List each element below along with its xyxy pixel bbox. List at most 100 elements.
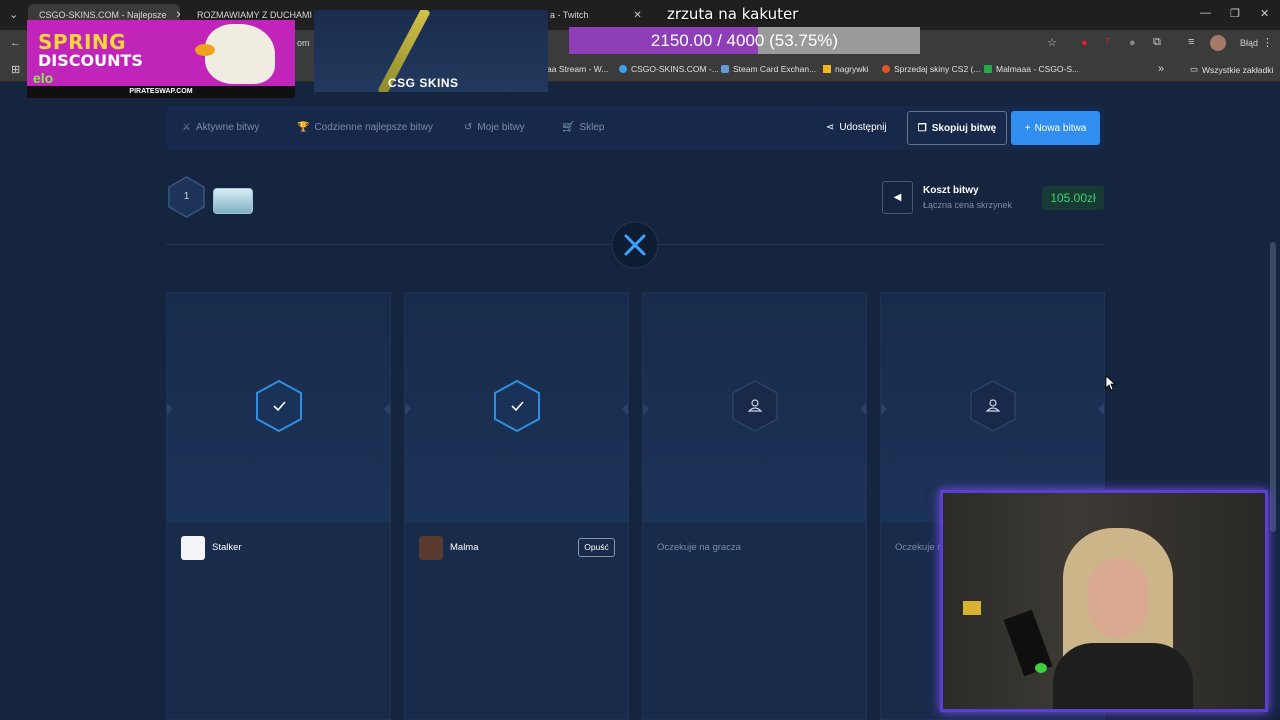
nav-label: Sklep [579, 122, 605, 133]
media-control-icon[interactable]: ≡ [1188, 36, 1194, 48]
player-row: Stalker [167, 524, 390, 572]
new-battle-button[interactable]: + Nowa bitwa [1011, 111, 1100, 145]
promo-footer: PIRATESWAP.COM [27, 86, 295, 98]
error-badge[interactable]: Błąd [1240, 38, 1258, 48]
waiting-user-icon[interactable] [969, 379, 1017, 433]
all-bookmarks-label: Wszystkie zakładki [1202, 64, 1274, 75]
ready-check-icon [494, 379, 540, 433]
webcam-overlay [940, 490, 1268, 712]
round-number: 1 [183, 191, 190, 202]
bookmark-steam-card[interactable]: Steam Card Exchan... [721, 64, 816, 74]
player-avatar[interactable] [419, 536, 443, 560]
tab-twitch[interactable]: a - Twitch ✕ [544, 4, 654, 26]
bookmark-csgo-skins[interactable]: CSGO-SKINS.COM -... [619, 64, 719, 74]
nav-label: Moje bitwy [477, 122, 525, 133]
close-window-icon[interactable]: ✕ [1260, 7, 1269, 20]
tab-label: ROZMAWIAMY Z DUCHAMI w [197, 10, 316, 20]
folder-icon: ▭ [1190, 64, 1199, 74]
bookmark-label: Malmaaa - CSGO-S... [996, 64, 1080, 74]
shelf-toy-image [963, 601, 981, 615]
player-avatar[interactable] [181, 536, 205, 560]
promo-banner: SPRING DISCOUNTS elo PIRATESWAP.COM [27, 20, 295, 98]
bookmark-malmaaa[interactable]: Malmaaa - CSGO-S... [984, 64, 1079, 74]
bookmark-label: aa Stream - W... [547, 64, 609, 74]
browser-menu-icon[interactable]: ⋮ [1262, 36, 1273, 49]
waiting-label: Oczekuje na gracza [657, 542, 741, 553]
promo-logo: elo [33, 70, 54, 86]
tab-search-chevron-icon[interactable]: ⌄ [9, 8, 18, 21]
share-icon: ⋖ [826, 122, 835, 133]
extension-t-icon[interactable]: ᵀ [1105, 37, 1110, 49]
bookmark-star-icon[interactable]: ☆ [1047, 36, 1057, 49]
steam-card-favicon-icon [721, 65, 729, 73]
sell-favicon-icon [882, 65, 890, 73]
copy-battle-button[interactable]: ❐ Skopiuj bitwę [907, 111, 1007, 145]
bookmark-label: Sprzedaj skiny CS2 (... [894, 64, 981, 74]
page-scrollbar[interactable] [1270, 242, 1276, 532]
battle-nav: ⚔ Aktywne bitwy 🏆 Codzienne najlepsze bi… [166, 106, 1104, 150]
tab-label: CSGO-SKINS.COM - Najlepsze [39, 10, 167, 20]
extension-red-icon[interactable]: ● [1081, 37, 1088, 49]
bookmark-stream[interactable]: aa Stream - W... [547, 64, 608, 74]
more-bookmarks-chevron-icon[interactable]: » [1158, 63, 1164, 75]
bookmark-sprzedaj[interactable]: Sprzedaj skiny CS2 (... [882, 64, 980, 74]
waiting-user-icon[interactable] [731, 379, 779, 433]
mic-light [1035, 663, 1047, 673]
new-battle-label: Nowa bitwa [1034, 122, 1087, 134]
player-slot-3: Oczekuje na gracza [642, 292, 867, 720]
reel-marker-left [643, 403, 649, 415]
leave-button[interactable]: Opuść [578, 538, 615, 557]
close-tab-icon[interactable]: ✕ [176, 10, 180, 21]
reel-marker-right [622, 403, 628, 415]
nav-my-battles[interactable]: ↺ Moje bitwy [464, 122, 525, 133]
back-icon[interactable]: ← [10, 37, 21, 49]
nav-active-battles[interactable]: ⚔ Aktywne bitwy [182, 122, 259, 133]
player-slot-1: Stalker [166, 292, 391, 720]
trophy-icon: 🏆 [297, 122, 310, 133]
streamer-face [1088, 558, 1148, 638]
collapse-cost-button[interactable]: ◀ [882, 181, 913, 214]
mouse-cursor-icon [1105, 375, 1117, 391]
ready-check-icon [256, 379, 302, 433]
nav-shop[interactable]: 🛒 Sklep [562, 122, 604, 133]
apps-grid-icon[interactable]: ⊞ [11, 63, 20, 76]
minimize-icon[interactable]: — [1200, 7, 1211, 19]
swords-icon: ⚔ [182, 122, 191, 133]
copy-icon: ❐ [917, 122, 927, 134]
donation-goal-bar: 2150.00 / 4000 (53.75%) [569, 27, 920, 54]
share-button[interactable]: ⋖ Udostępnij [826, 122, 887, 133]
cost-subtitle: Łączna cena skrzynek [923, 200, 1013, 210]
nav-daily-best[interactable]: 🏆 Codzienne najlepsze bitwy [297, 122, 433, 133]
profile-avatar[interactable] [1210, 35, 1226, 51]
player-slot-2: Malma Opuść [404, 292, 629, 720]
skin-showcase: CSG SKINS [314, 10, 548, 92]
player-row: Oczekuje na gracza [643, 524, 866, 572]
restore-icon[interactable]: ❐ [1230, 7, 1240, 20]
close-tab-icon[interactable]: ✕ [633, 10, 641, 21]
streamer-shirt [1053, 643, 1193, 709]
sheets-favicon-icon [984, 65, 992, 73]
case-image[interactable] [213, 188, 253, 214]
bookmark-label: CSGO-SKINS.COM -... [631, 64, 719, 74]
rooster-beak-image [195, 44, 215, 56]
csgo-favicon-icon [619, 65, 627, 73]
share-label: Udostępnij [839, 122, 887, 133]
basket-icon: 🛒 [562, 122, 575, 133]
reel-marker-left [405, 403, 411, 415]
extensions-puzzle-icon[interactable]: ⧉ [1153, 36, 1161, 49]
cost-value: 105.00zł [1042, 186, 1104, 210]
bookmark-nagrywki[interactable]: nagrywki [823, 64, 869, 74]
bookmark-label: Steam Card Exchan... [733, 64, 817, 74]
all-bookmarks-folder[interactable]: ▭ Wszystkie zakładki [1190, 64, 1273, 75]
reel-marker-right [1098, 403, 1104, 415]
url-fragment[interactable]: om [297, 38, 310, 48]
extension-grey-icon[interactable]: ● [1129, 37, 1136, 49]
reel-marker-right [384, 403, 390, 415]
player-name[interactable]: Malma [450, 542, 479, 553]
player-name[interactable]: Stalker [212, 542, 242, 553]
bookmark-label: nagrywki [835, 64, 869, 74]
cost-title: Koszt bitwy [923, 185, 979, 196]
history-icon: ↺ [464, 122, 473, 133]
rooster-mascot-image [205, 24, 275, 84]
stream-title: zrzuta na kakuter [667, 5, 799, 23]
